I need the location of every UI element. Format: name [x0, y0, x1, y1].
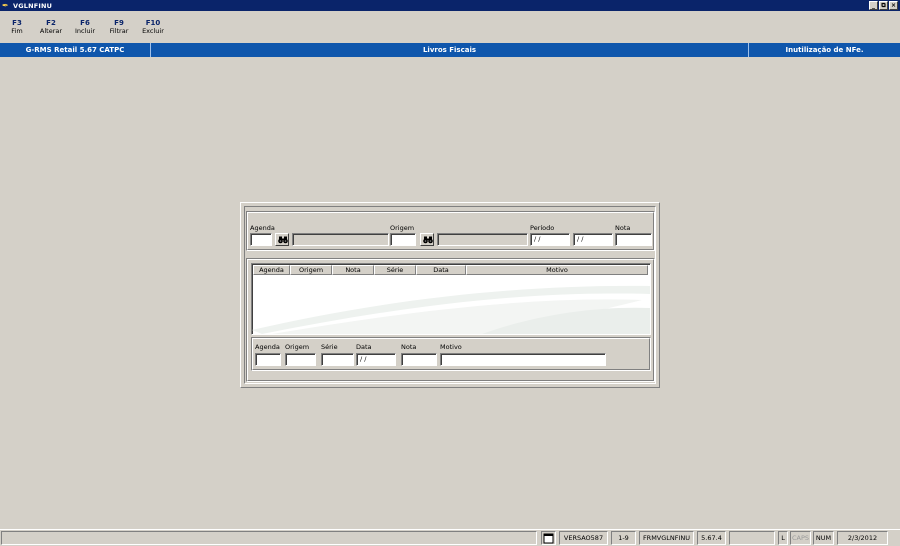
detail-data-input[interactable]: / / — [356, 353, 396, 366]
status-num-indicator: NUM — [813, 531, 834, 545]
status-date: 2/3/2012 — [837, 531, 888, 545]
document-icon — [543, 533, 554, 544]
periodo-start-input[interactable]: / / — [530, 233, 570, 246]
detail-data-label: Data — [356, 343, 372, 351]
origem-description-field — [437, 233, 528, 246]
column-header-data[interactable]: Data — [416, 265, 466, 275]
f2-alterar-button[interactable]: F2 Alterar — [34, 14, 68, 42]
fkey-label: Incluir — [74, 27, 95, 35]
filter-origem-input[interactable] — [390, 233, 416, 246]
system-name: G-RMS Retail 5.67 CATPC — [0, 43, 151, 57]
periodo-end-input[interactable]: / / — [573, 233, 613, 246]
window-titlebar[interactable]: ✒ VGLNFINU _ ⧉ × — [0, 0, 900, 11]
filter-origem-label: Origem — [390, 224, 415, 232]
fkey-code: F9 — [114, 19, 124, 27]
origem-search-button[interactable] — [420, 233, 434, 246]
column-header-serie[interactable]: Série — [374, 265, 416, 275]
agenda-search-button[interactable] — [275, 233, 289, 246]
close-button[interactable]: × — [889, 1, 898, 10]
function-key-toolbar: F3 Fim F2 Alterar F6 Incluir F9 Filtrar … — [0, 14, 170, 42]
app-pen-icon: ✒ — [2, 0, 9, 10]
status-caps-indicator: CAPS — [790, 531, 811, 545]
status-message-pane — [1, 531, 537, 545]
minimize-button[interactable]: _ — [869, 1, 878, 10]
fkey-code: F6 — [80, 19, 90, 27]
f3-fim-button[interactable]: F3 Fim — [0, 14, 34, 42]
header-band: G-RMS Retail 5.67 CATPC Livros Fiscais I… — [0, 43, 900, 57]
status-bar: VERSAO587 1-9 FRMVGLNFINU 5.67.4 L CAPS … — [0, 529, 900, 546]
fkey-code: F2 — [46, 19, 56, 27]
status-page: 1-9 — [611, 531, 636, 545]
detail-agenda-input[interactable] — [255, 353, 281, 366]
restore-button[interactable]: ⧉ — [879, 1, 888, 10]
grid-header-row: Agenda Origem Nota Série Data Motivo — [253, 265, 648, 275]
binoculars-icon — [423, 236, 433, 244]
detail-origem-input[interactable] — [285, 353, 316, 366]
status-version: VERSAO587 — [559, 531, 608, 545]
fkey-code: F10 — [145, 19, 161, 27]
status-icon-pane[interactable] — [541, 531, 556, 545]
screen-name: Inutilização de NFe. — [785, 46, 864, 54]
status-empty-pane — [729, 531, 775, 545]
window-title: VGLNFINU — [13, 1, 53, 10]
detail-nota-input[interactable] — [401, 353, 437, 366]
filter-agenda-label: Agenda — [250, 224, 275, 232]
inutilizacao-form: Agenda Origem Período / / / / Nota Agend… — [240, 202, 660, 388]
agenda-description-field — [292, 233, 389, 246]
column-header-origem[interactable]: Origem — [290, 265, 332, 275]
module-name: Livros Fiscais — [151, 43, 749, 57]
column-header-motivo[interactable]: Motivo — [466, 265, 648, 275]
binoculars-icon — [278, 236, 288, 244]
window-controls: _ ⧉ × — [869, 1, 898, 10]
filter-nota-label: Nota — [615, 224, 631, 232]
detail-nota-label: Nota — [401, 343, 417, 351]
detail-motivo-input[interactable] — [440, 353, 606, 366]
fkey-label: Filtrar — [109, 27, 129, 35]
fkey-label: Alterar — [39, 27, 63, 35]
detail-serie-input[interactable] — [321, 353, 354, 366]
filter-nota-input[interactable] — [615, 233, 652, 246]
detail-motivo-label: Motivo — [440, 343, 462, 351]
inutilizacao-grid[interactable]: Agenda Origem Nota Série Data Motivo — [251, 263, 651, 335]
column-header-agenda[interactable]: Agenda — [253, 265, 290, 275]
filter-agenda-input[interactable] — [250, 233, 272, 246]
f6-incluir-button[interactable]: F6 Incluir — [68, 14, 102, 42]
detail-serie-label: Série — [321, 343, 338, 351]
detail-origem-label: Origem — [285, 343, 310, 351]
filter-periodo-label: Período — [530, 224, 555, 232]
fkey-label: Fim — [11, 27, 23, 35]
detail-agenda-label: Agenda — [255, 343, 280, 351]
status-build: 5.67.4 — [697, 531, 726, 545]
column-header-nota[interactable]: Nota — [332, 265, 374, 275]
f10-excluir-button[interactable]: F10 Excluir — [136, 14, 170, 42]
f9-filtrar-button[interactable]: F9 Filtrar — [102, 14, 136, 42]
status-form-name: FRMVGLNFINU — [639, 531, 694, 545]
fkey-code: F3 — [12, 19, 22, 27]
status-l-indicator: L — [778, 531, 788, 545]
fkey-label: Excluir — [142, 27, 164, 35]
